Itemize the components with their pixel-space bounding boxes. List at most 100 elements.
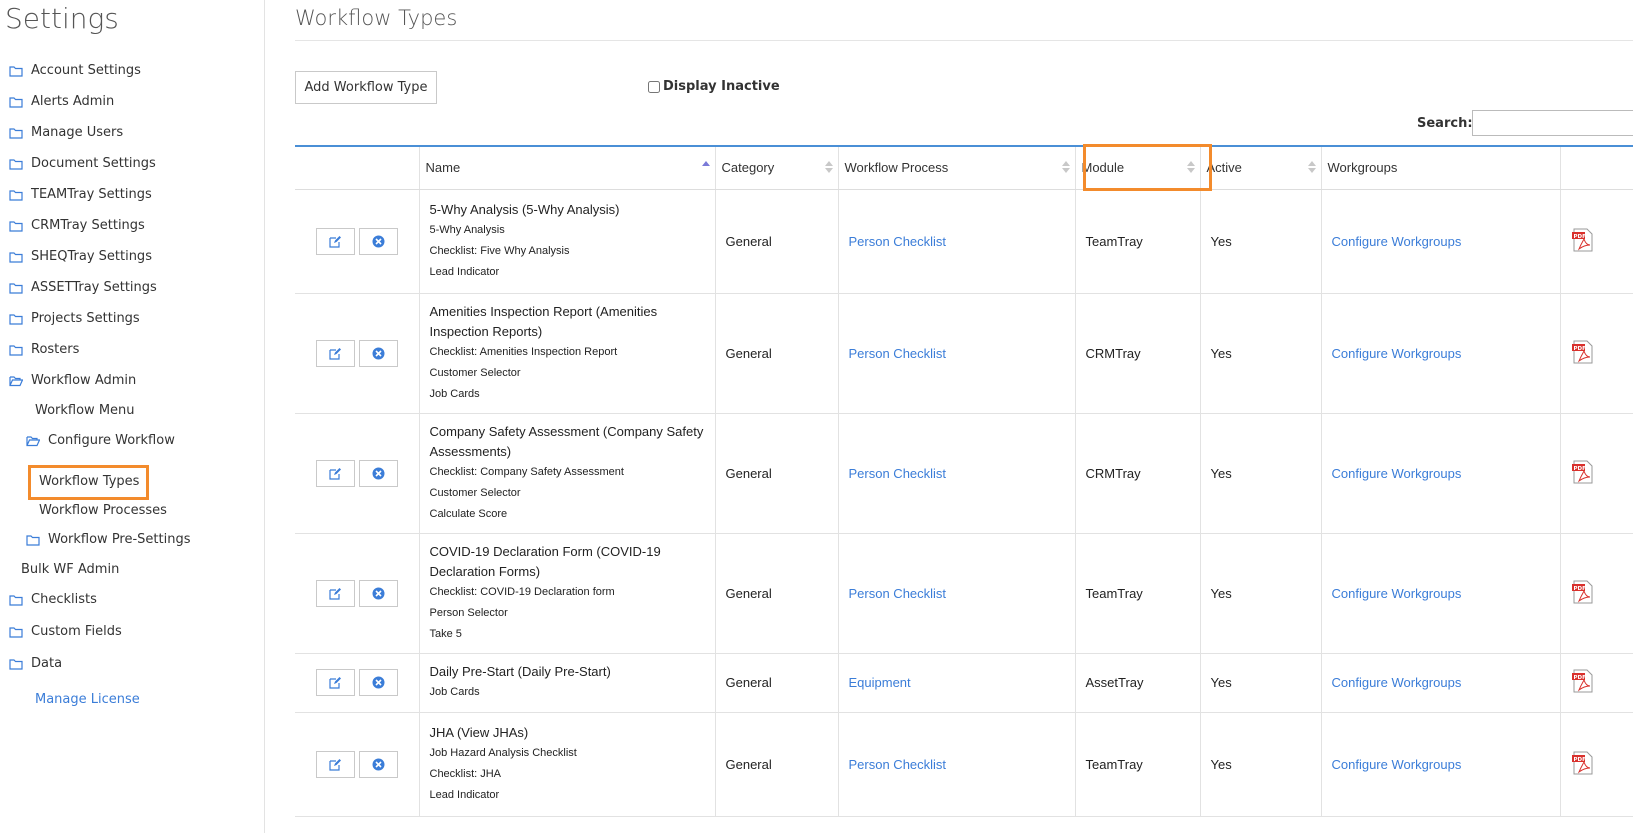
header-report	[1560, 145, 1633, 190]
sidebar-item-data[interactable]: Data	[9, 656, 62, 671]
workflow-process-link[interactable]: Person Checklist	[849, 466, 947, 481]
edit-icon	[329, 467, 341, 480]
sidebar-item-label: ASSETTray Settings	[31, 280, 157, 295]
sidebar-item-alerts-admin[interactable]: Alerts Admin	[9, 94, 114, 109]
deactivate-button[interactable]	[358, 669, 398, 696]
sidebar-item-document-settings[interactable]: Document Settings	[9, 156, 156, 171]
header-name[interactable]: Name	[419, 145, 716, 190]
process-cell: Person Checklist	[838, 189, 1076, 294]
manage-license-link[interactable]: Manage License	[35, 692, 140, 707]
configure-workgroups-link[interactable]: Configure Workgroups	[1332, 586, 1462, 601]
row-actions	[295, 533, 420, 654]
configure-workgroups-link[interactable]: Configure Workgroups	[1332, 675, 1462, 690]
deactivate-button[interactable]	[358, 227, 398, 255]
sidebar-item-label: Custom Fields	[31, 624, 122, 639]
title-divider	[295, 40, 1633, 41]
edit-button[interactable]	[315, 339, 355, 367]
table-row: COVID-19 Declaration Form (COVID-19 Decl…	[295, 533, 1633, 654]
close-circle-icon	[372, 347, 385, 359]
edit-button[interactable]	[315, 750, 355, 778]
active-cell: Yes	[1200, 413, 1322, 534]
folder-icon	[9, 313, 23, 325]
sidebar-item-custom-fields[interactable]: Custom Fields	[9, 624, 122, 639]
sidebar-item-account-settings[interactable]: Account Settings	[9, 63, 141, 78]
edit-button[interactable]	[315, 227, 355, 255]
table-row: JHA (View JHAs) Job Hazard Analysis Chec…	[295, 712, 1633, 817]
configure-workgroups-link[interactable]: Configure Workgroups	[1332, 466, 1462, 481]
configure-workgroups-link[interactable]: Configure Workgroups	[1332, 346, 1462, 361]
name-cell: Daily Pre-Start (Daily Pre-Start) Job Ca…	[419, 653, 716, 713]
workflow-type-detail: Job Cards	[429, 387, 480, 400]
workflow-process-link[interactable]: Person Checklist	[849, 586, 947, 601]
close-circle-icon	[372, 676, 385, 689]
header-category[interactable]: Category	[715, 145, 839, 190]
sidebar-item-sheqtray-settings[interactable]: SHEQTray Settings	[9, 249, 152, 264]
module-cell: AssetTray	[1075, 653, 1201, 713]
edit-icon	[329, 235, 341, 248]
sidebar-item-assettray-settings[interactable]: ASSETTray Settings	[9, 280, 157, 295]
workflow-type-detail: Lead Indicator	[429, 788, 500, 801]
folder-icon	[9, 282, 23, 294]
folder-icon	[9, 158, 23, 170]
header-workgroups: Workgroups	[1321, 145, 1561, 190]
name-cell: JHA (View JHAs) Job Hazard Analysis Chec…	[419, 712, 716, 817]
header-label: Workgroups	[1327, 160, 1398, 176]
display-inactive-toggle[interactable]: Display Inactive	[648, 79, 780, 94]
workflow-process-link[interactable]: Person Checklist	[849, 757, 947, 772]
configure-workgroups-link[interactable]: Configure Workgroups	[1332, 234, 1462, 249]
header-workflow-process[interactable]: Workflow Process	[838, 145, 1076, 190]
workflow-type-detail: Person Selector	[429, 606, 508, 619]
pdf-icon[interactable]: PDF	[1571, 669, 1595, 693]
settings-sidebar: Settings Account Settings Alerts Admin M…	[0, 0, 265, 833]
display-inactive-checkbox[interactable]	[648, 80, 660, 93]
workflow-type-detail: Checklist: Five Why Analysis	[429, 244, 570, 257]
sidebar-item-workflow-menu[interactable]: Workflow Menu	[35, 403, 135, 418]
module-cell: TeamTray	[1075, 189, 1201, 294]
deactivate-button[interactable]	[358, 339, 398, 367]
pdf-icon[interactable]: PDF	[1571, 228, 1595, 252]
pdf-icon[interactable]: PDF	[1571, 580, 1595, 604]
pdf-icon[interactable]: PDF	[1571, 460, 1595, 484]
workflow-type-detail: Checklist: COVID-19 Declaration form	[429, 585, 615, 598]
table-row: Daily Pre-Start (Daily Pre-Start) Job Ca…	[295, 653, 1633, 713]
pdf-icon[interactable]: PDF	[1571, 340, 1595, 364]
search-input[interactable]	[1472, 110, 1633, 136]
active-cell: Yes	[1200, 189, 1322, 294]
add-workflow-type-button[interactable]: Add Workflow Type	[295, 71, 437, 104]
sidebar-item-checklists[interactable]: Checklists	[9, 592, 97, 607]
workgroups-cell: Configure Workgroups	[1321, 712, 1561, 817]
module-cell: TeamTray	[1075, 712, 1201, 817]
workflow-process-link[interactable]: Person Checklist	[849, 234, 947, 249]
pdf-icon[interactable]: PDF	[1571, 751, 1595, 775]
header-active[interactable]: Active	[1200, 145, 1322, 190]
sidebar-item-workflow-types[interactable]: Workflow Types	[39, 474, 139, 489]
sidebar-item-workflow-pre-settings[interactable]: Workflow Pre-Settings	[26, 532, 191, 547]
workflow-process-link[interactable]: Equipment	[849, 675, 911, 690]
row-actions	[295, 712, 420, 817]
folder-icon	[9, 251, 23, 263]
configure-workgroups-link[interactable]: Configure Workgroups	[1332, 757, 1462, 772]
active-cell: Yes	[1200, 533, 1322, 654]
module-cell: TeamTray	[1075, 533, 1201, 654]
sidebar-item-manage-users[interactable]: Manage Users	[9, 125, 123, 140]
deactivate-button[interactable]	[358, 459, 398, 487]
table-row: Amenities Inspection Report (Amenities I…	[295, 293, 1633, 414]
sidebar-item-bulk-wf-admin[interactable]: Bulk WF Admin	[21, 562, 119, 577]
workflow-process-link[interactable]: Person Checklist	[849, 346, 947, 361]
sidebar-item-teamtray-settings[interactable]: TEAMTray Settings	[9, 187, 152, 202]
deactivate-button[interactable]	[358, 579, 398, 607]
sidebar-item-label: TEAMTray Settings	[31, 187, 152, 202]
sidebar-item-workflow-processes[interactable]: Workflow Processes	[39, 503, 167, 518]
category-cell: General	[715, 293, 839, 414]
sidebar-item-rosters[interactable]: Rosters	[9, 342, 79, 357]
category-cell: General	[715, 413, 839, 534]
edit-button[interactable]	[315, 459, 355, 487]
edit-icon	[329, 347, 341, 360]
sidebar-item-workflow-admin[interactable]: Workflow Admin	[9, 373, 136, 388]
sidebar-item-configure-workflow[interactable]: Configure Workflow	[26, 433, 175, 448]
sidebar-item-projects-settings[interactable]: Projects Settings	[9, 311, 140, 326]
deactivate-button[interactable]	[358, 750, 398, 778]
edit-button[interactable]	[315, 669, 355, 696]
sidebar-item-crmtray-settings[interactable]: CRMTray Settings	[9, 218, 145, 233]
edit-button[interactable]	[315, 579, 355, 607]
